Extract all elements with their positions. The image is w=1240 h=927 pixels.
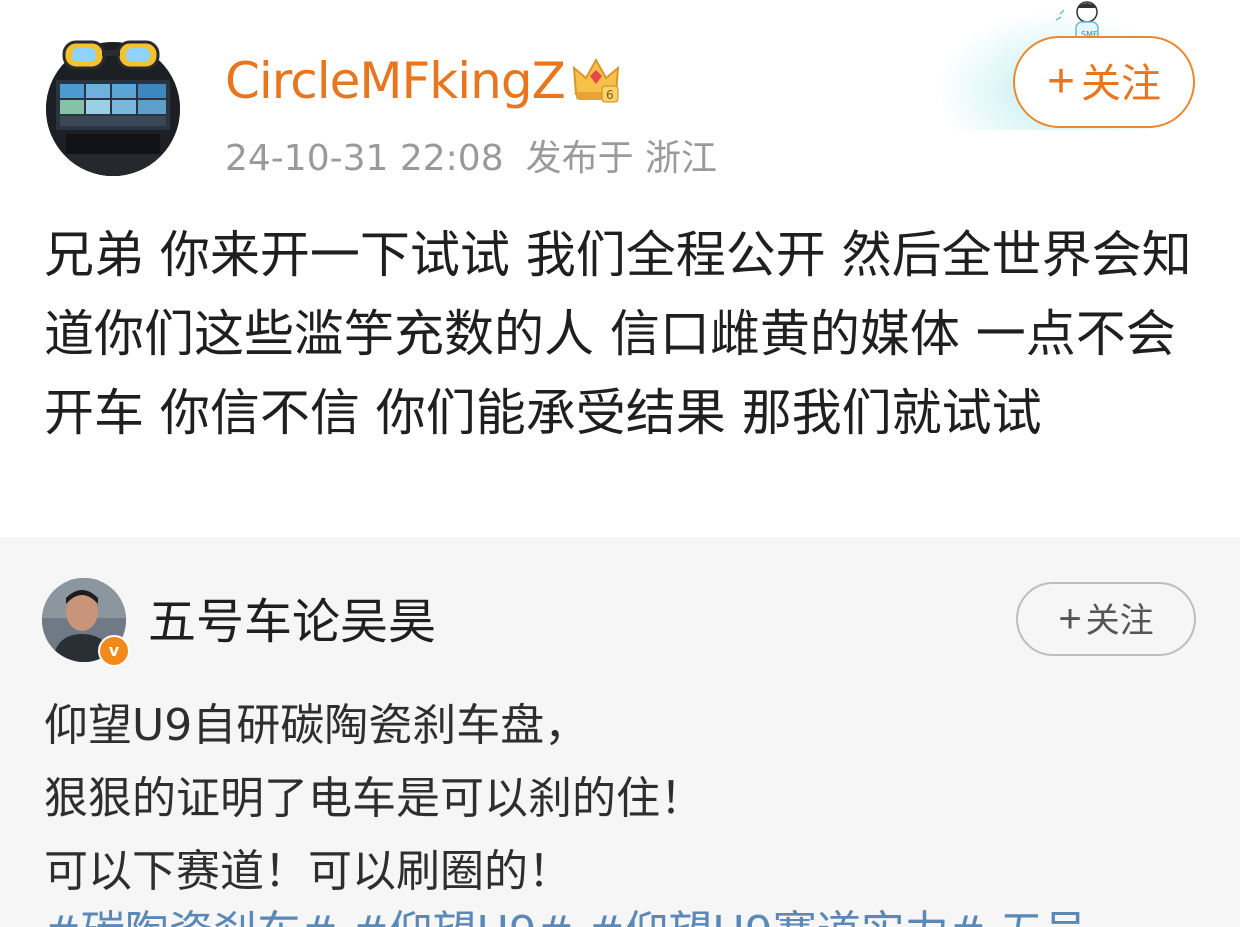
repost-hashtags[interactable]: #碳陶瓷刹车# #仰望U9# #仰望U9赛道实力# 五号 — [44, 904, 1088, 927]
username[interactable]: CircleMFkingZ — [225, 48, 566, 114]
follow-button[interactable]: + 关注 — [1013, 36, 1195, 128]
repost-follow-button[interactable]: + 关注 — [1016, 582, 1196, 656]
plus-icon: + — [1058, 597, 1082, 641]
repost-text-line: 可以下赛道！可以刷圈的！ — [44, 846, 572, 897]
follow-label: 关注 — [1085, 602, 1154, 640]
svg-text:6: 6 — [606, 88, 614, 102]
verified-badge-icon: v — [98, 635, 130, 667]
reposted-card[interactable]: v 五号车论吴昊 + 关注 仰望U9自研碳陶瓷刹车盘， 狠狠的证明了电车是可以刹的… — [0, 537, 1240, 927]
post-meta: 24-10-31 22:08 发布于 浙江 — [225, 134, 717, 184]
post-location: 发布于 浙江 — [525, 138, 718, 179]
weibo-post-screen: SMF CircleMFkingZ 6 24-10-31 22:08 发布于 浙… — [0, 0, 1240, 927]
repost-username[interactable]: 五号车论吴昊 — [148, 591, 436, 653]
post-body-text: 兄弟 你来开一下试试 我们全程公开 然后全世界会知道你们这些滥竽充数的人 信口雌… — [44, 226, 1192, 442]
crown-badge-icon: 6 — [572, 57, 620, 103]
post: SMF CircleMFkingZ 6 24-10-31 22:08 发布于 浙… — [0, 0, 1240, 537]
goggles-decoration-icon — [62, 40, 160, 70]
follow-label: 关注 — [1081, 62, 1162, 106]
post-timestamp: 24-10-31 22:08 — [225, 138, 504, 179]
repost-text-line: 狠狠的证明了电车是可以刹的住！ — [44, 773, 704, 824]
plus-icon: + — [1046, 55, 1076, 108]
repost-text-line: 仰望U9自研碳陶瓷刹车盘， — [44, 700, 589, 751]
